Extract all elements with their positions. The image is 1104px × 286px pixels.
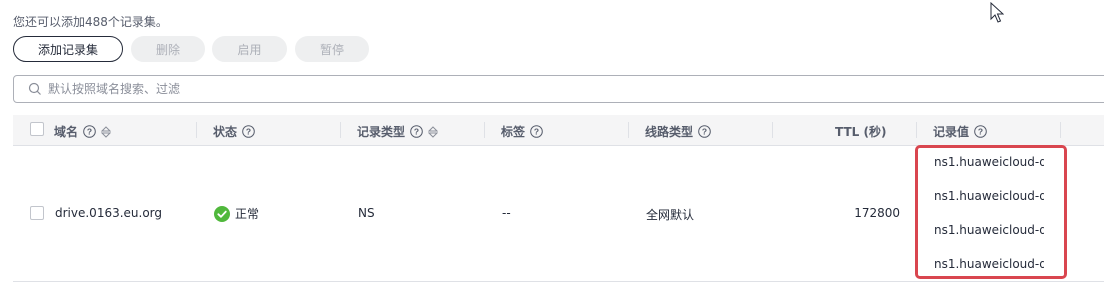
select-all-checkbox[interactable] [30, 122, 44, 136]
add-record-set-button[interactable]: 添加记录集 [13, 36, 123, 62]
header-status-label: 状态 [213, 125, 238, 139]
table-header: 域名 ? 状态 ? 记录类型 ? 标签 ? 线路类型 ? TTL (秒) 记录值… [13, 115, 1104, 146]
check-circle-icon [214, 205, 230, 222]
header-tag: 标签 ? [501, 123, 543, 140]
quota-text: 您还可以添加488个记录集。 [13, 15, 168, 29]
sort-icon[interactable] [101, 125, 112, 138]
header-line-type-label: 线路类型 [645, 125, 694, 139]
pause-button[interactable]: 暂停 [295, 36, 369, 62]
header-record-value-label: 记录值 [933, 125, 970, 139]
header-record-type[interactable]: 记录类型 ? [357, 123, 439, 140]
help-icon[interactable]: ? [242, 125, 255, 138]
header-ttl-label: TTL (秒) [835, 125, 887, 139]
svg-text:?: ? [246, 127, 251, 137]
header-status: 状态 ? [213, 123, 255, 140]
status-text: 正常 [235, 207, 260, 221]
header-ttl: TTL (秒) [835, 123, 886, 140]
mouse-cursor-icon [990, 2, 1004, 23]
record-value-highlight-box [915, 145, 1067, 279]
help-icon[interactable]: ? [530, 125, 543, 138]
tag-cell: -- [502, 206, 511, 220]
record-type-cell: NS [358, 206, 375, 220]
header-domain[interactable]: 域名 ? [54, 123, 112, 140]
column-divider [628, 122, 629, 138]
column-divider [484, 122, 485, 138]
help-icon[interactable]: ? [698, 125, 711, 138]
header-record-type-label: 记录类型 [357, 125, 406, 139]
row-checkbox[interactable] [30, 206, 44, 220]
svg-text:?: ? [702, 127, 707, 137]
column-divider [196, 122, 197, 138]
header-domain-label: 域名 [54, 125, 79, 139]
help-icon[interactable]: ? [83, 125, 96, 138]
svg-text:?: ? [414, 127, 419, 137]
header-tag-label: 标签 [501, 125, 526, 139]
sort-icon[interactable] [428, 125, 439, 138]
header-line-type: 线路类型 ? [645, 123, 711, 140]
ttl-cell: 172800 [854, 206, 900, 220]
svg-text:?: ? [978, 127, 983, 137]
svg-text:?: ? [534, 127, 539, 137]
column-divider [916, 122, 917, 138]
delete-button[interactable]: 删除 [131, 36, 205, 62]
column-divider [1060, 122, 1061, 138]
enable-button[interactable]: 启用 [212, 36, 287, 62]
column-divider [340, 122, 341, 138]
column-divider [772, 122, 773, 138]
line-type-cell: 全网默认 [646, 208, 695, 222]
search-input[interactable] [48, 80, 648, 98]
header-record-value: 记录值 ? [933, 123, 987, 140]
help-icon[interactable]: ? [410, 125, 423, 138]
status-cell: 正常 [214, 205, 259, 222]
row-divider [13, 281, 1104, 282]
search-icon [28, 82, 41, 95]
domain-cell[interactable]: drive.0163.eu.org [55, 206, 162, 220]
svg-text:?: ? [87, 127, 92, 137]
search-bar[interactable] [13, 75, 1104, 103]
help-icon[interactable]: ? [974, 125, 987, 138]
